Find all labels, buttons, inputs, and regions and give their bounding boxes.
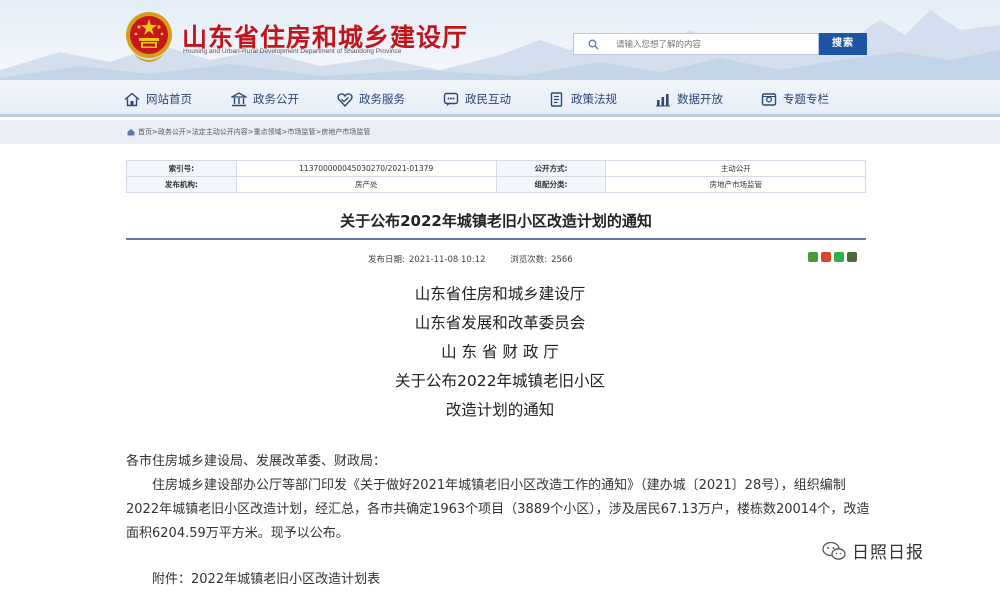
org-label: 发布机构: bbox=[126, 176, 237, 193]
views-count: 2566 bbox=[551, 255, 573, 265]
search-button[interactable]: 搜索 bbox=[819, 33, 867, 55]
policy-icon bbox=[550, 91, 563, 107]
nav-label: 政策法规 bbox=[571, 92, 617, 106]
publicity-value: 主动公开 bbox=[605, 160, 866, 177]
publish-info: 发布日期: 2021-11-08 10:12 浏览次数: 2566 bbox=[368, 253, 577, 265]
category-value: 房地产市场监管 bbox=[605, 176, 866, 193]
salutation: 各市住房城乡建设局、发展改革委、财政局： bbox=[126, 454, 387, 469]
heading-line: 山东省发展和改革委员会 bbox=[414, 314, 586, 332]
nav-item-interaction[interactable]: 政民互动 bbox=[443, 90, 511, 108]
breadcrumb-bar: 首页>政务公开>法定主动公开内容>重点领域>市场监管>房地产市场监管 bbox=[0, 120, 1000, 144]
institution-icon bbox=[231, 91, 247, 106]
data-icon bbox=[656, 93, 670, 106]
publish-date-label: 发布日期: bbox=[368, 255, 405, 265]
heading-line: 山东省住房和城乡建设厅 bbox=[414, 285, 586, 303]
search-icon bbox=[588, 39, 599, 50]
nav-item-gov-affairs[interactable]: 政务公开 bbox=[231, 90, 299, 108]
national-emblem-icon bbox=[126, 12, 172, 62]
share-print-icon[interactable] bbox=[847, 252, 857, 262]
wechat-icon bbox=[822, 541, 846, 560]
site-subtitle: Housing and Urban-Rural Development Depa… bbox=[183, 48, 402, 55]
category-label: 组配分类: bbox=[495, 176, 607, 193]
publish-date: 2021-11-08 10:12 bbox=[408, 255, 486, 265]
publicity-label: 公开方式: bbox=[495, 160, 607, 177]
heading-line: 改造计划的通知 bbox=[445, 401, 555, 419]
share-qzone-icon[interactable] bbox=[821, 252, 831, 262]
nav-item-data[interactable]: 数据开放 bbox=[655, 90, 723, 108]
index-value: 113700000045030270/2021-01379 bbox=[235, 160, 497, 177]
nav-label: 政民互动 bbox=[465, 92, 511, 106]
body-line: 面积6204.59万平方米。现予以公布。 bbox=[126, 526, 349, 541]
interaction-icon bbox=[443, 92, 459, 106]
nav-item-topics[interactable]: 专题专栏 bbox=[761, 90, 829, 108]
watermark-text: 日照日报 bbox=[852, 543, 924, 563]
attachment-line[interactable]: 附件：2022年城镇老旧小区改造计划表 bbox=[152, 568, 380, 587]
topic-icon bbox=[761, 92, 777, 106]
breadcrumb: 首页>政务公开>法定主动公开内容>重点领域>市场监管>房地产市场监管 bbox=[127, 127, 370, 137]
index-label: 索引号: bbox=[126, 160, 237, 177]
heading-line: 关于公布2022年城镇老旧小区 bbox=[395, 372, 605, 390]
org-value: 房产处 bbox=[235, 176, 497, 193]
home-icon bbox=[127, 129, 135, 136]
search-input[interactable] bbox=[616, 37, 812, 52]
nav-label: 政务服务 bbox=[359, 92, 405, 106]
breadcrumb-path[interactable]: 首页>政务公开>法定主动公开内容>重点领域>市场监管>房地产市场监管 bbox=[138, 127, 370, 137]
service-icon bbox=[337, 92, 353, 107]
nav-label: 数据开放 bbox=[677, 92, 723, 106]
document-meta-table: 索引号: 113700000045030270/2021-01379 公开方式:… bbox=[126, 160, 866, 193]
body-line: 住房城乡建设部办公厅等部门印发《关于做好2021年城镇老旧小区改造工作的通知》（… bbox=[152, 478, 846, 493]
share-weibo-icon[interactable] bbox=[808, 252, 818, 262]
search-box bbox=[573, 33, 819, 55]
nav-label: 网站首页 bbox=[146, 92, 192, 106]
share-bar bbox=[808, 252, 857, 262]
source-watermark: 日照日报 bbox=[822, 538, 924, 563]
share-wechat-icon[interactable] bbox=[834, 252, 844, 262]
nav-label: 专题专栏 bbox=[783, 92, 829, 106]
body-line: 2022年城镇老旧小区改造计划，经汇总，各市共确定1963个项目（3889个小区… bbox=[126, 502, 870, 517]
nav-item-home[interactable]: 网站首页 bbox=[124, 90, 192, 108]
heading-line: 山 东 省 财 政 厅 bbox=[441, 343, 559, 361]
main-nav: 网站首页 政务公开 政务服务 政民互动 政策法规 数据开放 专题专栏 bbox=[0, 80, 1000, 117]
nav-item-policy[interactable]: 政策法规 bbox=[549, 90, 617, 108]
header-banner: 山东省住房和城乡建设厅 Housing and Urban-Rural Deve… bbox=[0, 0, 1000, 80]
document-title: 关于公布2022年城镇老旧小区改造计划的通知 bbox=[126, 206, 866, 240]
nav-item-gov-service[interactable]: 政务服务 bbox=[337, 90, 405, 108]
views-label: 浏览次数: bbox=[510, 255, 548, 265]
home-icon bbox=[124, 92, 140, 106]
nav-label: 政务公开 bbox=[253, 92, 299, 106]
